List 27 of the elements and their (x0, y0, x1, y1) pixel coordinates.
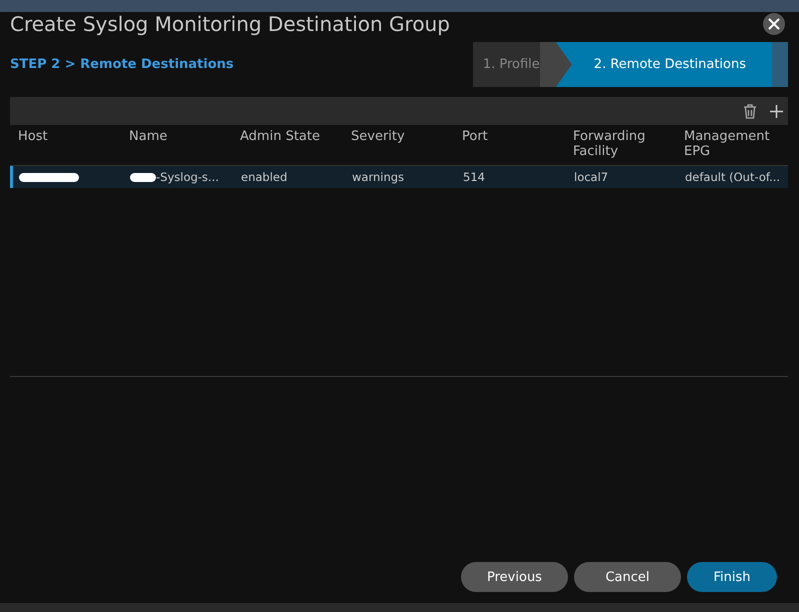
dialog-title: Create Syslog Monitoring Destination Group (10, 12, 450, 36)
column-header[interactable]: Forwarding Facility (565, 125, 676, 159)
dialog-button[interactable]: Cancel (574, 562, 681, 592)
table-cell: local7 (574, 170, 608, 184)
delete-button[interactable] (743, 104, 757, 118)
close-icon (768, 18, 780, 30)
plus-icon (769, 104, 784, 118)
column-header[interactable]: Name (121, 125, 232, 144)
step-heading: STEP 2 > Remote Destinations (10, 57, 234, 72)
table-cell: warnings (352, 170, 404, 184)
table-cell: enabled (241, 170, 288, 184)
column-header[interactable]: Host (10, 125, 121, 144)
column-header[interactable]: Admin State (232, 125, 343, 144)
close-button[interactable] (763, 13, 785, 35)
wizard-step[interactable]: 1. Profile (472, 42, 540, 87)
table-cell: -Syslog-s... (156, 170, 219, 184)
wizard-step[interactable]: 2. Remote Destinations (556, 42, 772, 87)
table-cell: 514 (463, 170, 485, 184)
finish-button[interactable]: Finish (687, 562, 777, 592)
column-header[interactable]: Severity (343, 125, 454, 144)
column-header[interactable]: Port (454, 125, 565, 144)
trash-icon (743, 104, 757, 118)
table-cell: default (Out-of... (685, 170, 780, 184)
dialog-button[interactable]: Previous (461, 562, 568, 592)
column-header[interactable]: Management EPG (676, 125, 787, 159)
add-button[interactable] (769, 104, 784, 118)
table-row[interactable]: -Syslog-s... enabled warnings 514 local7 default (Out-of... (10, 166, 788, 188)
